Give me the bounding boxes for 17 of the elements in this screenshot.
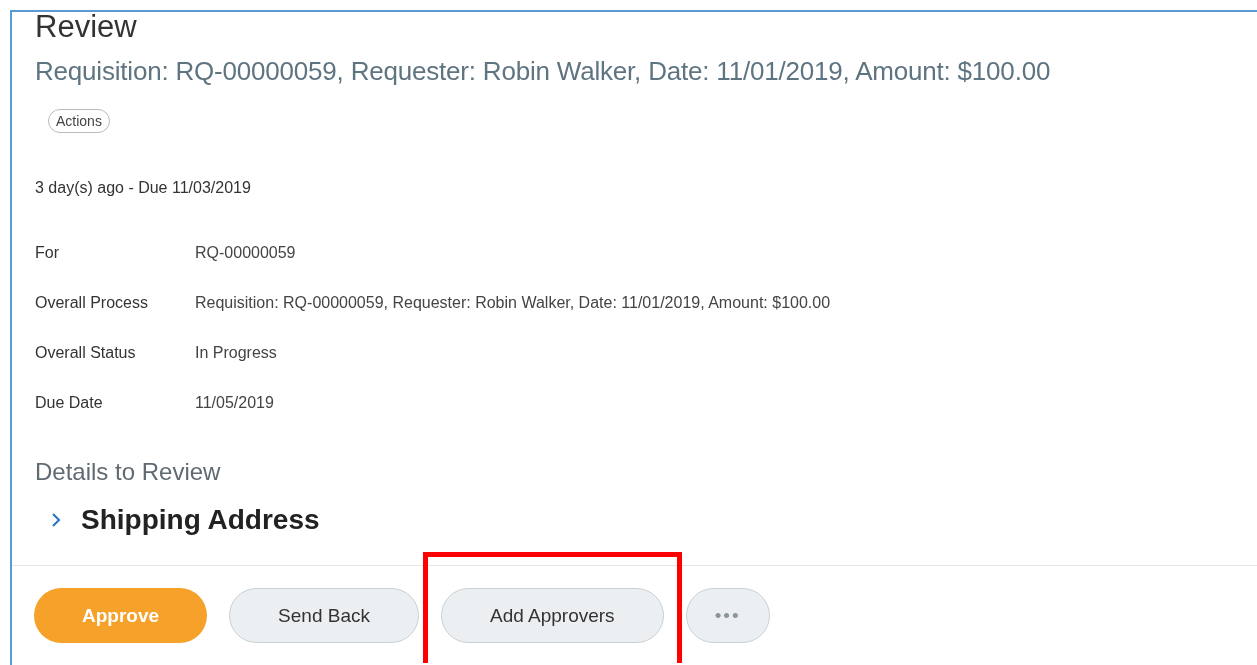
section-heading: Details to Review xyxy=(35,458,222,486)
due-info: 3 day(s) ago - Due 11/03/2019 xyxy=(35,179,252,197)
chevron-right-icon[interactable] xyxy=(51,512,61,528)
field-label: Overall Status xyxy=(35,344,137,362)
action-button[interactable]: Send Back xyxy=(229,588,419,643)
action-button[interactable]: Add Approvers xyxy=(441,588,664,643)
field-value: 11/05/2019 xyxy=(195,394,275,412)
field-value: In Progress xyxy=(195,344,278,362)
page-title: Review xyxy=(35,12,138,42)
page-subtitle: Requisition: RQ-00000059, Requester: Robin Walker, Date: 11/01/2019, Amount: $100.00 xyxy=(35,56,1052,87)
field-label: Overall Process xyxy=(35,294,149,312)
actions-button[interactable]: Actions xyxy=(48,109,110,133)
section-title[interactable]: Shipping Address xyxy=(81,504,320,536)
field-label: For xyxy=(35,244,60,262)
field-value: RQ-00000059 xyxy=(195,244,297,262)
field-label: Due Date xyxy=(35,394,104,412)
field-value: Requisition: RQ-00000059, Requester: Robin Walker, Date: 11/01/2019, Amount: $100.00 xyxy=(195,294,832,312)
